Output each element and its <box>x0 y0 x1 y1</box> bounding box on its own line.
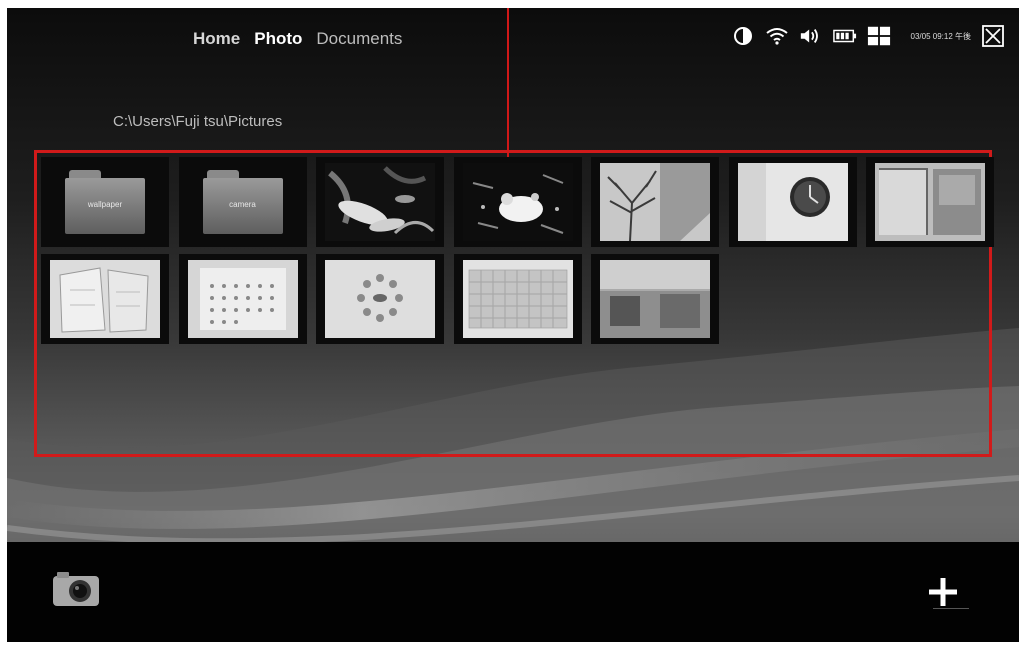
battery-icon[interactable] <box>832 24 857 48</box>
plus-icon[interactable] <box>923 572 963 612</box>
photo-thumbnail-calendar[interactable] <box>178 254 307 344</box>
clock-text: 03/05 09:12 午後 <box>910 31 971 41</box>
photo-thumbnail-window[interactable] <box>866 157 994 247</box>
photo-thumbnail-tree[interactable] <box>591 157 719 247</box>
photo-thumbnail-keyboard[interactable] <box>453 254 582 344</box>
thumbnail-grid: wallpaper camera <box>41 157 994 344</box>
grid-view-icon[interactable] <box>867 24 891 48</box>
folder-tile-camera[interactable]: camera <box>178 157 307 247</box>
camera-icon[interactable] <box>51 568 101 608</box>
nav-photo[interactable]: Photo <box>254 28 302 50</box>
status-bar: 03/05 09:12 午後 <box>731 24 1005 48</box>
wifi-icon[interactable] <box>765 24 789 48</box>
folder-label: wallpaper <box>87 200 123 209</box>
folder-path: C:\Users\Fuji tsu\Pictures <box>113 113 283 130</box>
nav-documents[interactable]: Documents <box>316 28 402 50</box>
annotation-pointer-line <box>507 8 509 159</box>
close-icon[interactable] <box>981 24 1005 48</box>
folder-icon: camera <box>202 170 283 234</box>
folder-icon: wallpaper <box>65 170 145 234</box>
photo-app-screen: Home Photo Documents 03/05 09:12 午後 C:\U… <box>7 8 1019 642</box>
bottom-taskbar <box>7 542 1019 642</box>
plus-underline <box>933 608 969 609</box>
brightness-icon[interactable] <box>731 24 755 48</box>
photo-thumbnail-splash[interactable] <box>453 157 582 247</box>
folder-tile-wallpaper[interactable]: wallpaper <box>41 157 169 247</box>
top-navigation: Home Photo Documents <box>193 28 416 50</box>
folder-label: camera <box>229 200 256 209</box>
volume-icon[interactable] <box>799 24 823 48</box>
photo-thumbnail-clock[interactable] <box>728 157 857 247</box>
nav-home[interactable]: Home <box>193 28 240 50</box>
photo-thumbnail-koi[interactable] <box>316 157 444 247</box>
photo-thumbnail-boxes[interactable] <box>41 254 169 344</box>
photo-thumbnail-office[interactable] <box>591 254 719 344</box>
photo-thumbnail-flowers[interactable] <box>316 254 444 344</box>
